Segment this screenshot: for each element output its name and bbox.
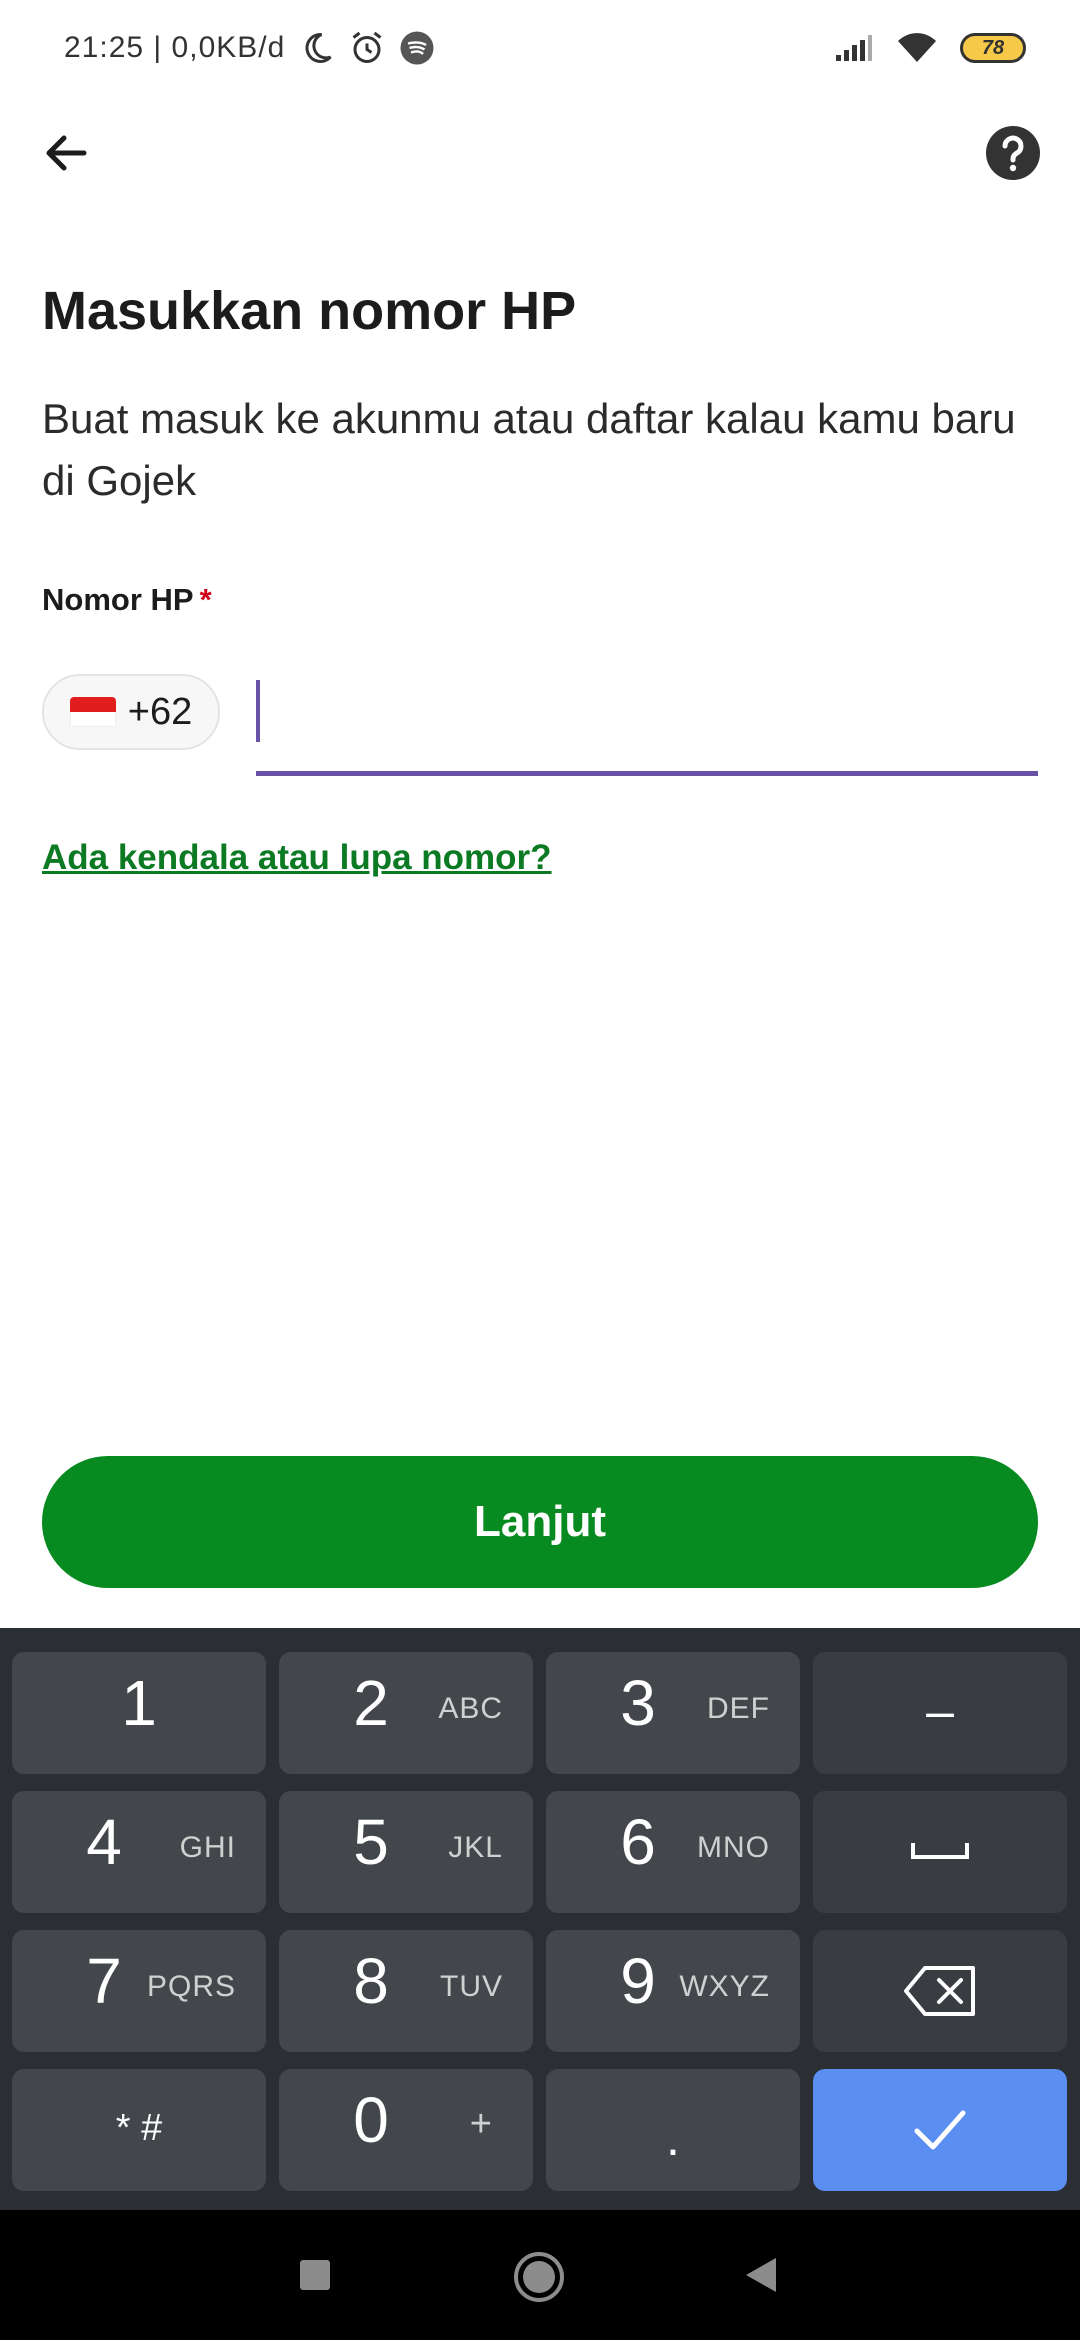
continue-button[interactable]: Lanjut	[42, 1456, 1038, 1588]
space-icon	[911, 1843, 969, 1859]
status-time: 21:25 | 0,0KB/d	[64, 31, 286, 64]
key-minus[interactable]: –	[813, 1652, 1067, 1774]
back-nav-button[interactable]	[744, 2256, 778, 2294]
numeric-keyboard: 1 2 ABC 3 DEF – 4 GHI 5 JKL 6 MNO 7 PQRS…	[0, 1628, 1080, 2210]
signal-icon	[836, 35, 872, 61]
system-nav-bar	[0, 2210, 1080, 2340]
country-code: +62	[127, 690, 193, 733]
help-link[interactable]: Ada kendala atau lupa nomor?	[42, 838, 552, 878]
indonesia-flag-icon	[69, 697, 116, 727]
alarm-icon	[352, 31, 382, 63]
spotify-icon	[400, 31, 434, 65]
recents-button[interactable]	[298, 2258, 332, 2292]
text-cursor	[256, 680, 260, 742]
phone-number-input[interactable]	[256, 670, 1038, 776]
wifi-icon	[898, 33, 936, 62]
home-button[interactable]	[512, 2250, 566, 2304]
key-0[interactable]: 0 +	[279, 2069, 533, 2191]
battery-icon: 78	[960, 33, 1026, 63]
status-bar-right: 78	[834, 26, 1026, 70]
key-dot[interactable]: .	[546, 2069, 800, 2191]
page-title: Masukkan nomor HP	[42, 281, 577, 341]
back-button[interactable]	[36, 122, 98, 184]
phone-label: Nomor HP *	[42, 582, 212, 617]
key-space[interactable]	[813, 1791, 1067, 1913]
status-bar-left: 21:25 | 0,0KB/d	[64, 26, 435, 70]
check-icon	[914, 2110, 966, 2150]
phone-number-field[interactable]	[256, 670, 1038, 780]
page-subtitle: Buat masuk ke akunmu atau daftar kalau k…	[42, 395, 1016, 504]
country-code-selector[interactable]: +62	[42, 674, 220, 750]
key-6[interactable]: 6 MNO	[546, 1791, 800, 1913]
status-bar: 21:25 | 0,0KB/d 78	[0, 0, 1080, 96]
moon-icon	[305, 32, 332, 63]
key-done[interactable]	[813, 2069, 1067, 2191]
help-button[interactable]	[982, 122, 1044, 184]
key-backspace[interactable]	[813, 1930, 1067, 2052]
required-asterisk: *	[199, 582, 212, 617]
key-3[interactable]: 3 DEF	[546, 1652, 800, 1774]
backspace-icon	[904, 1966, 975, 2016]
key-9[interactable]: 9 WXYZ	[546, 1930, 800, 2052]
